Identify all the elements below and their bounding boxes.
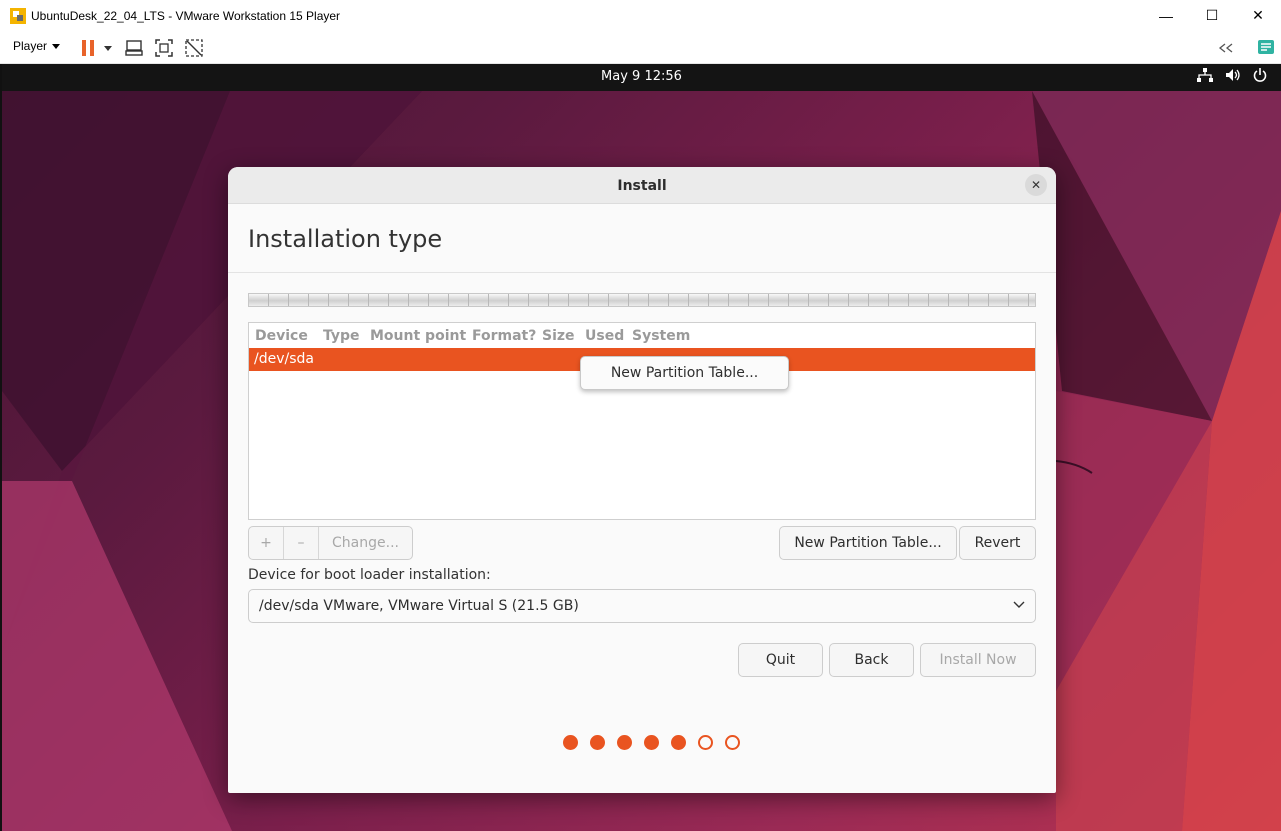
clock[interactable]: May 9 12:56 [2, 69, 1281, 84]
back-button[interactable]: Back [829, 643, 914, 677]
system-tray[interactable] [1197, 68, 1267, 82]
button-label: Back [854, 652, 889, 668]
partition-actions: + – Change... [248, 526, 413, 560]
add-partition-button[interactable]: + [249, 527, 284, 559]
close-button[interactable]: ✕ [1235, 0, 1281, 31]
maximize-icon: ☐ [1205, 7, 1219, 23]
progress-dot [697, 735, 713, 750]
player-menu-label: Player [13, 39, 48, 53]
progress-dot [562, 735, 578, 750]
button-label: Quit [765, 652, 796, 668]
fullscreen-icon[interactable] [154, 38, 174, 58]
column-header[interactable]: Device [255, 328, 308, 344]
column-header[interactable]: Used [585, 328, 624, 344]
button-label: Install Now [939, 652, 1017, 668]
device-cell: /dev/sda [254, 351, 314, 367]
progress-dot [724, 735, 740, 750]
unity-icon[interactable] [184, 38, 204, 58]
chevron-down-icon [52, 43, 61, 49]
partition-table-header: Device Type Mount point Format? Size Use… [249, 323, 1035, 348]
progress-dot [616, 735, 632, 750]
host-window-title: UbuntuDesk_22_04_LTS - VMware Workstatio… [31, 8, 341, 23]
progress-dot [589, 735, 605, 750]
boot-loader-select[interactable]: /dev/sda VMware, VMware Virtual S (21.5 … [248, 589, 1036, 623]
boot-loader-value: /dev/sda VMware, VMware Virtual S (21.5 … [259, 598, 579, 614]
dialog-title: Install [617, 178, 667, 194]
maximize-button[interactable]: ☐ [1189, 0, 1235, 31]
network-icon[interactable] [1197, 68, 1213, 82]
progress-dot [670, 735, 686, 750]
close-icon: ✕ [1030, 178, 1042, 192]
column-header[interactable]: System [632, 328, 690, 344]
boot-loader-label: Device for boot loader installation: [248, 567, 491, 583]
divider [228, 272, 1056, 273]
column-header[interactable]: Size [542, 328, 575, 344]
new-partition-table-popover[interactable]: New Partition Table... [580, 356, 789, 390]
progress-dot [643, 735, 659, 750]
chevron-down-icon [1013, 601, 1025, 608]
power-icon[interactable] [1253, 68, 1267, 82]
column-header[interactable]: Mount point [370, 328, 466, 344]
vmware-logo-icon [9, 7, 27, 25]
minimize-icon: — [1159, 7, 1173, 24]
send-ctrl-alt-del-icon[interactable] [124, 38, 144, 58]
minus-icon: – [297, 535, 305, 551]
revert-button[interactable]: Revert [959, 526, 1036, 560]
minimize-button[interactable]: — [1143, 0, 1189, 31]
partition-table[interactable]: Device Type Mount point Format? Size Use… [248, 322, 1036, 520]
popover-label: New Partition Table... [610, 365, 759, 381]
change-label: Change... [332, 535, 399, 551]
disk-usage-bar [248, 293, 1036, 307]
column-header[interactable]: Type [323, 328, 360, 344]
collapse-toolbar-icon[interactable] [1216, 38, 1236, 58]
button-label: Revert [974, 535, 1021, 551]
plus-icon: + [260, 535, 272, 551]
dialog-header: Install ✕ [228, 167, 1056, 204]
remove-partition-button[interactable]: – [284, 527, 319, 559]
host-title-bar: UbuntuDesk_22_04_LTS - VMware Workstatio… [0, 0, 1281, 31]
step-progress-indicator [228, 735, 1056, 755]
dialog-close-button[interactable]: ✕ [1025, 174, 1047, 196]
close-icon: ✕ [1252, 7, 1264, 23]
quit-button[interactable]: Quit [738, 643, 823, 677]
pause-icon[interactable] [78, 38, 98, 58]
volume-icon[interactable] [1225, 68, 1241, 82]
install-dialog: Install ✕ Installation type Device Type … [228, 167, 1056, 793]
install-now-button[interactable]: Install Now [920, 643, 1036, 677]
button-label: New Partition Table... [794, 535, 942, 551]
dropdown-arrow-icon[interactable] [98, 38, 118, 58]
message-log-icon[interactable] [1256, 38, 1276, 58]
new-partition-table-button[interactable]: New Partition Table... [779, 526, 957, 560]
guest-top-bar: May 9 12:56 [2, 64, 1281, 91]
change-partition-button[interactable]: Change... [319, 527, 412, 559]
host-toolbar: Player [0, 31, 1281, 64]
column-header[interactable]: Format? [472, 328, 536, 344]
page-title: Installation type [248, 225, 443, 253]
player-menu[interactable]: Player [13, 39, 61, 53]
